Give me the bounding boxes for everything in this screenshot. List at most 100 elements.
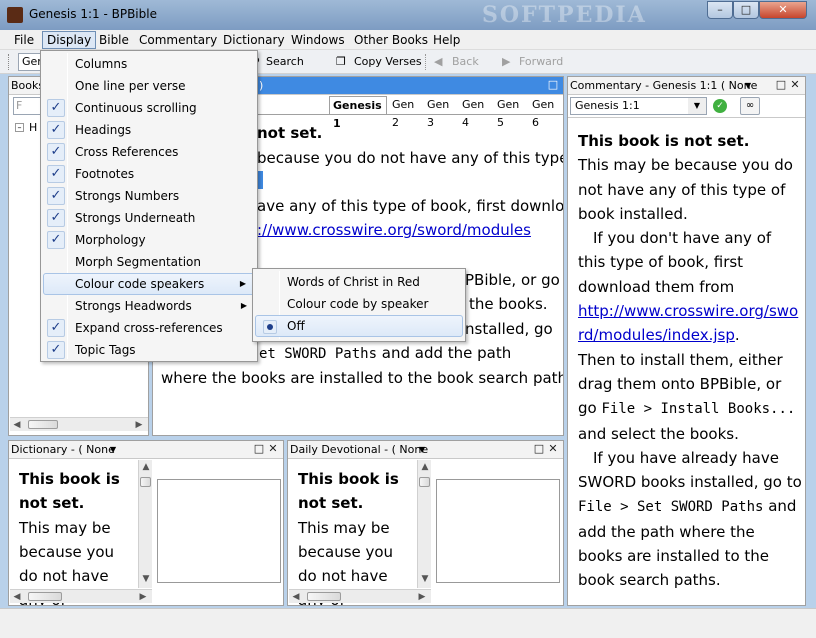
- menu-other-books[interactable]: Other Books: [350, 31, 432, 49]
- bible-panel-title: ): [259, 79, 264, 92]
- link-icon[interactable]: ∞: [740, 97, 760, 115]
- minimize-button[interactable]: –: [707, 1, 733, 19]
- chevron-down-icon[interactable]: ▼: [745, 77, 751, 94]
- forward-button[interactable]: Forward: [519, 54, 563, 70]
- devotional-panel-title: Daily Devotional - ( None: [290, 443, 429, 456]
- chevron-down-icon[interactable]: ▼: [110, 441, 116, 458]
- scroll-thumb[interactable]: [28, 420, 58, 429]
- commentary-divider: [568, 117, 805, 118]
- menu-item-footnotes[interactable]: ✓ Footnotes: [43, 163, 255, 185]
- devotional-hscrollbar[interactable]: ◀ ▶: [289, 589, 431, 603]
- tab-gen-6[interactable]: Gen 6: [529, 96, 557, 129]
- menu-windows[interactable]: Windows: [287, 31, 349, 49]
- books-filter-input[interactable]: F: [13, 97, 43, 115]
- go-check-icon[interactable]: ✓: [713, 99, 727, 113]
- menu-item-label: Off: [287, 319, 305, 333]
- search-button[interactable]: Search: [266, 54, 304, 70]
- window-title: Genesis 1:1 - BPBible: [29, 7, 157, 21]
- menu-item-colour-code-speakers[interactable]: Colour code speakers ▶: [43, 273, 255, 295]
- menu-file[interactable]: File: [10, 31, 38, 49]
- books-hscrollbar[interactable]: ◀ ▶: [10, 417, 148, 431]
- copy-icon: ❐: [336, 55, 346, 68]
- menu-item-continuous-scrolling[interactable]: ✓ Continuous scrolling: [43, 97, 255, 119]
- menu-commentary[interactable]: Commentary: [135, 31, 221, 49]
- chevron-down-icon[interactable]: ▼: [688, 98, 706, 114]
- scroll-thumb[interactable]: [28, 592, 62, 601]
- submenu-arrow-icon: ▶: [240, 301, 247, 310]
- colour-code-submenu: Words of Christ in Red Colour code by sp…: [252, 268, 466, 342]
- watermark: SOFTPEDIA: [482, 2, 647, 28]
- menu-help[interactable]: Help: [429, 31, 464, 49]
- menu-item-strongs-underneath[interactable]: ✓ Strongs Underneath: [43, 207, 255, 229]
- bible-line: nstalled, go: [465, 320, 553, 338]
- check-icon: ✓: [47, 231, 65, 249]
- commentary-reference-input[interactable]: Genesis 1:1: [570, 97, 707, 115]
- maximize-pane-icon[interactable]: □: [533, 443, 545, 455]
- scroll-right-icon[interactable]: ▶: [136, 590, 150, 604]
- menu-item-strongs-headwords[interactable]: Strongs Headwords ▶: [43, 295, 255, 317]
- maximize-pane-icon[interactable]: □: [253, 443, 265, 455]
- submenu-item-words-of-christ[interactable]: Words of Christ in Red: [255, 271, 463, 293]
- close-pane-icon[interactable]: ✕: [789, 79, 801, 91]
- close-pane-icon[interactable]: ✕: [267, 443, 279, 455]
- copy-verses-button[interactable]: Copy Verses: [354, 54, 422, 70]
- menu-item-headings[interactable]: ✓ Headings: [43, 119, 255, 141]
- toolbar-grip[interactable]: [8, 54, 11, 70]
- menu-item-cross-references[interactable]: ✓ Cross References: [43, 141, 255, 163]
- menu-item-one-line-per-verse[interactable]: One line per verse: [43, 75, 255, 97]
- tab-gen-3[interactable]: Gen 3: [424, 96, 452, 129]
- chevron-down-icon[interactable]: ▼: [419, 441, 425, 458]
- scroll-left-icon[interactable]: ◀: [10, 418, 24, 432]
- scroll-left-icon[interactable]: ◀: [289, 590, 303, 604]
- tree-expander[interactable]: –: [15, 123, 24, 132]
- menu-item-columns[interactable]: Columns: [43, 53, 255, 75]
- scroll-thumb[interactable]: [307, 592, 341, 601]
- submenu-item-colour-by-speaker[interactable]: Colour code by speaker: [255, 293, 463, 315]
- menu-item-strongs-numbers[interactable]: ✓ Strongs Numbers: [43, 185, 255, 207]
- dictionary-list[interactable]: [157, 479, 281, 583]
- bible-line: not set.: [257, 124, 323, 142]
- bible-line: the books.: [469, 295, 548, 313]
- check-icon: ✓: [47, 165, 65, 183]
- scroll-thumb[interactable]: [419, 477, 430, 487]
- close-button[interactable]: ✕: [759, 1, 807, 19]
- devotional-panel-header: Daily Devotional - ( None ▼ □ ✕: [288, 441, 563, 459]
- menu-item-topic-tags[interactable]: ✓ Topic Tags: [43, 339, 255, 361]
- scroll-left-icon[interactable]: ◀: [10, 590, 24, 604]
- devotional-vscrollbar[interactable]: ▲ ▼: [417, 460, 431, 588]
- menu-dictionary[interactable]: Dictionary: [219, 31, 289, 49]
- maximize-pane-icon[interactable]: □: [547, 79, 559, 91]
- submenu-item-off[interactable]: Off: [255, 315, 463, 337]
- scroll-right-icon[interactable]: ▶: [415, 590, 429, 604]
- menu-item-label: Colour code by speaker: [287, 297, 429, 311]
- tree-item[interactable]: H: [29, 121, 37, 134]
- dictionary-panel-header: Dictionary - ( None ▼ □ ✕: [9, 441, 283, 459]
- scroll-thumb[interactable]: [140, 477, 151, 487]
- scroll-up-icon[interactable]: ▲: [139, 460, 153, 474]
- commentary-mono: File > Set SWORD Paths: [578, 499, 764, 516]
- tab-genesis-1[interactable]: Genesis 1: [329, 96, 387, 130]
- dictionary-hscrollbar[interactable]: ◀ ▶: [10, 589, 152, 603]
- scroll-right-icon[interactable]: ▶: [132, 418, 146, 432]
- tab-gen-4[interactable]: Gen 4: [459, 96, 487, 129]
- maximize-pane-icon[interactable]: □: [775, 79, 787, 91]
- maximize-button[interactable]: □: [733, 1, 759, 19]
- menu-item-label: Strongs Underneath: [75, 211, 196, 225]
- menu-item-expand-cross-references[interactable]: ✓ Expand cross-references: [43, 317, 255, 339]
- menu-display[interactable]: Display: [42, 31, 97, 49]
- modules-link[interactable]: ://www.crosswire.org/sword/modules: [257, 218, 531, 242]
- dictionary-vscrollbar[interactable]: ▲ ▼: [138, 460, 152, 588]
- scroll-down-icon[interactable]: ▼: [418, 572, 432, 586]
- menu-item-morphology[interactable]: ✓ Morphology: [43, 229, 255, 251]
- devotional-list[interactable]: [436, 479, 560, 583]
- menu-bible[interactable]: Bible: [95, 31, 133, 49]
- scroll-down-icon[interactable]: ▼: [139, 572, 153, 586]
- scroll-up-icon[interactable]: ▲: [418, 460, 432, 474]
- modules-link[interactable]: http://www.crosswire.org/sword/modules/i…: [578, 302, 798, 344]
- devotional-heading: This book is not set.: [298, 470, 399, 513]
- menu-item-morph-segmentation[interactable]: Morph Segmentation: [43, 251, 255, 273]
- back-button[interactable]: Back: [452, 54, 479, 70]
- tab-gen-5[interactable]: Gen 5: [494, 96, 522, 129]
- tab-gen-2[interactable]: Gen 2: [389, 96, 417, 129]
- close-pane-icon[interactable]: ✕: [547, 443, 559, 455]
